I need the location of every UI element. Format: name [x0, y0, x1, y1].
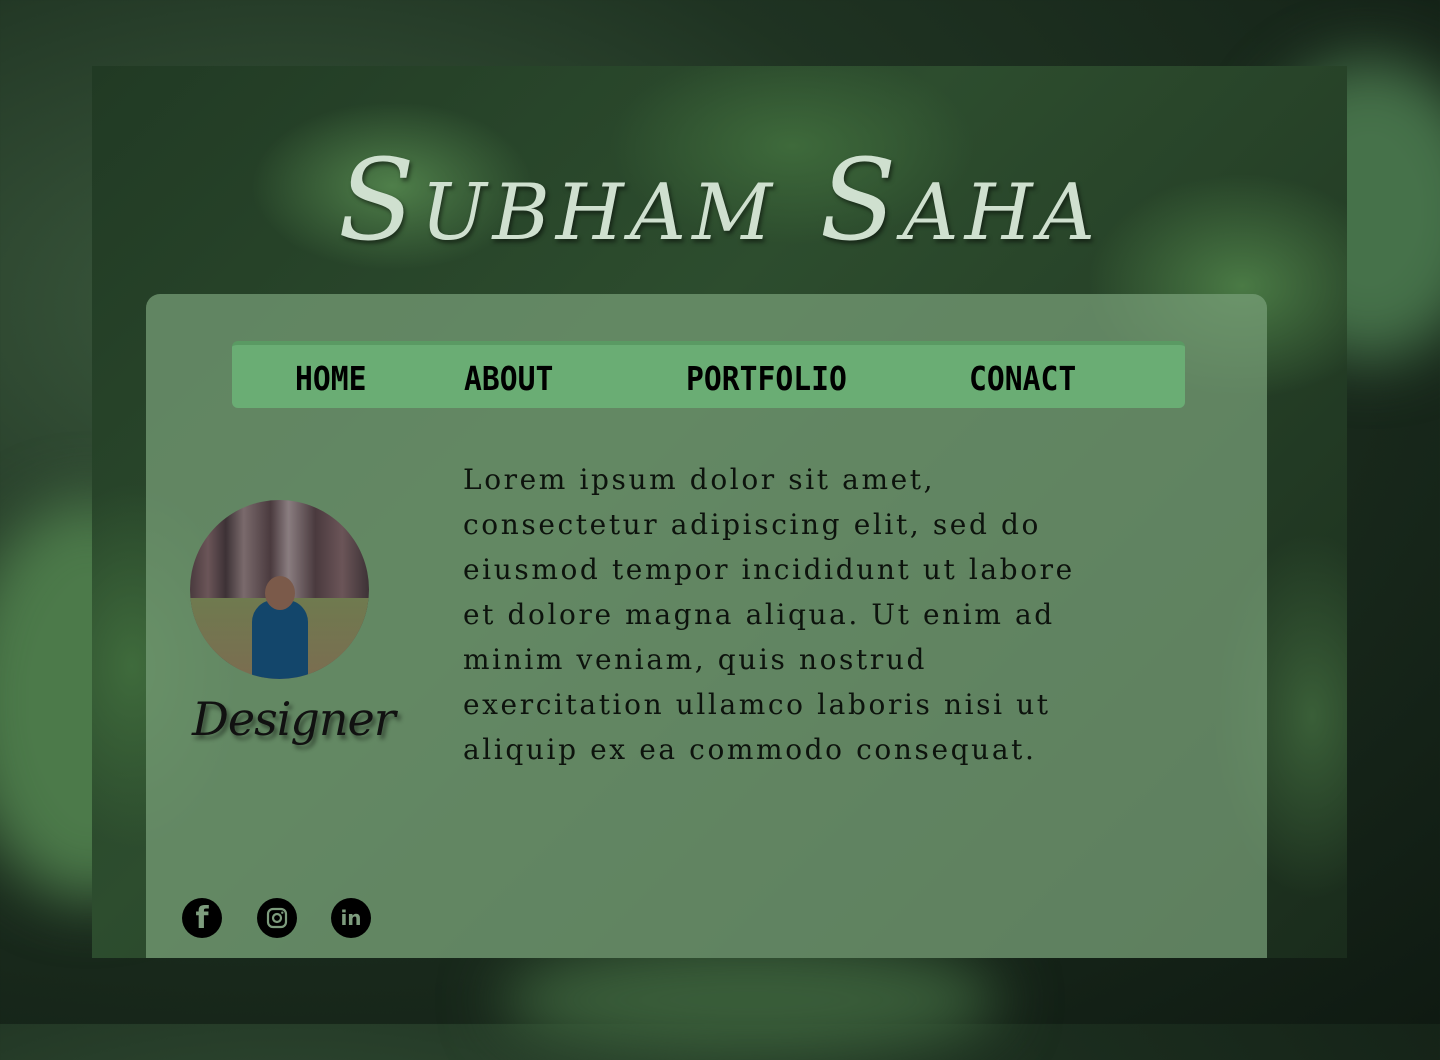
content-panel: HOME ABOUT PORTFOLIO CONACT Designer Lor…	[146, 294, 1267, 958]
instagram-icon[interactable]	[257, 898, 297, 938]
linkedin-icon[interactable]: in	[331, 898, 371, 938]
background-blur	[500, 940, 1000, 1060]
nav-portfolio[interactable]: PORTFOLIO	[686, 359, 847, 398]
facebook-icon[interactable]: f	[182, 898, 222, 938]
role-label: Designer	[192, 692, 396, 746]
nav-contact[interactable]: CONACT	[969, 359, 1076, 398]
site-title: Subham Saha	[337, 136, 1101, 266]
bio-text: Lorem ipsum dolor sit amet, consectetur …	[463, 463, 1075, 766]
avatar	[190, 500, 369, 679]
nav-home[interactable]: HOME	[295, 359, 367, 398]
nav-bar: HOME ABOUT PORTFOLIO CONACT	[232, 341, 1185, 408]
nav-about[interactable]: ABOUT	[464, 359, 553, 398]
